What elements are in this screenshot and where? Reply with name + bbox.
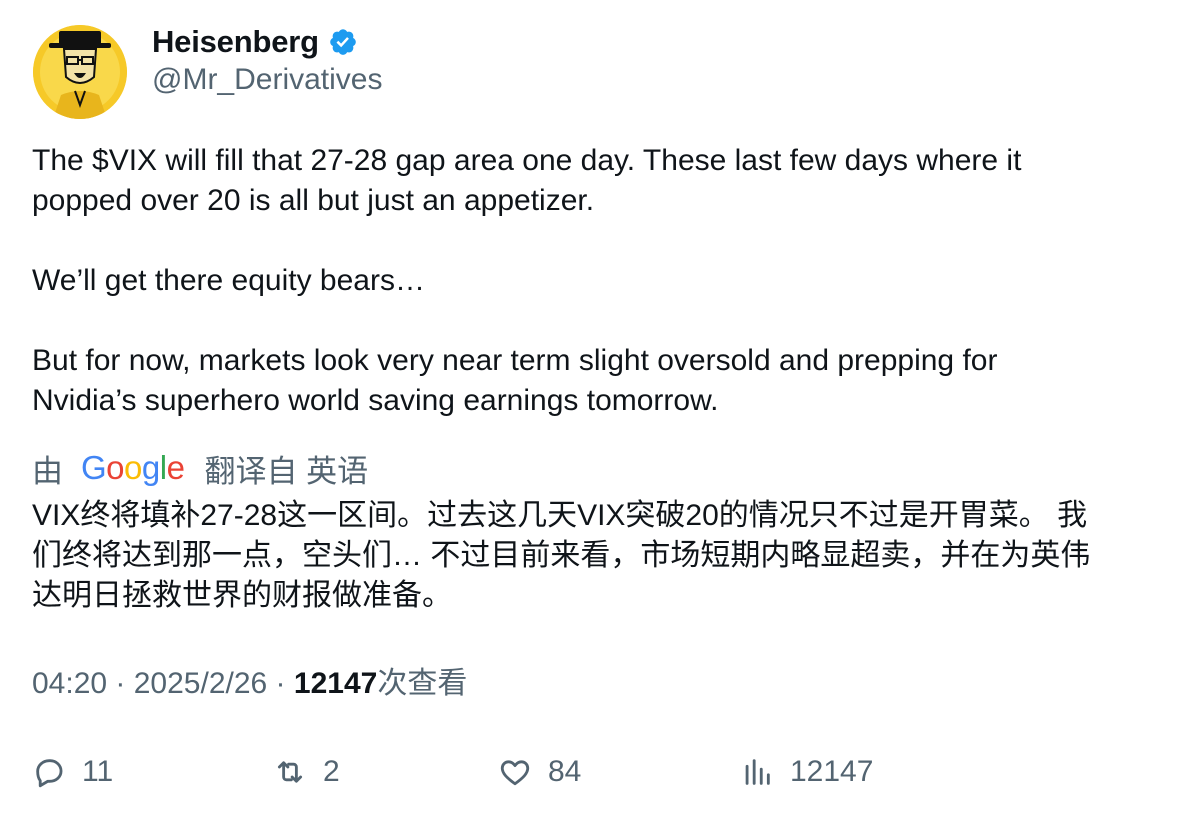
heisenberg-avatar-icon xyxy=(33,25,127,119)
translated-line: 们终将达到那一点，空头们… 不过目前来看，市场短期内略显超卖，并在为英伟 xyxy=(32,539,1091,572)
like-button[interactable]: 84 xyxy=(498,750,581,794)
tweet-line: popped over 20 is all but just an appeti… xyxy=(32,184,595,217)
meta-separator: · xyxy=(267,667,294,700)
verified-badge-icon xyxy=(330,29,356,55)
google-logo-icon: Google xyxy=(81,449,185,486)
tweet-body: The $VIX will fill that 27-28 gap area o… xyxy=(32,141,1162,421)
author-handle[interactable]: @Mr_Derivatives xyxy=(152,63,383,97)
views-action-count: 12147 xyxy=(790,755,874,788)
tweet-meta: 04:20 · 2025/2/26 · 12147次查看 xyxy=(32,664,467,704)
tweet-line: Nvidia’s superhero world saving earnings… xyxy=(32,384,719,417)
translation-suffix: 翻译自 英语 xyxy=(204,453,369,489)
heart-icon xyxy=(500,760,530,786)
translated-line: VIX终将填补27-28这一区间。过去这几天VIX突破20的情况只不过是开胃菜。… xyxy=(32,499,1088,532)
retweet-button[interactable]: 2 xyxy=(273,750,340,794)
tweet: Heisenberg @Mr_Derivatives The $VIX will… xyxy=(0,0,1196,818)
like-count: 84 xyxy=(548,755,582,788)
retweet-count: 2 xyxy=(323,755,340,788)
tweet-time[interactable]: 04:20 xyxy=(32,667,107,700)
translation-attribution[interactable]: 由 Google 翻译自 英语 xyxy=(32,447,368,489)
action-bar: 11 2 84 12147 xyxy=(0,750,1196,794)
author-name-row: Heisenberg xyxy=(152,22,358,62)
analytics-icon xyxy=(745,759,770,785)
meta-separator: · xyxy=(107,667,134,700)
views-button[interactable]: 12147 xyxy=(740,750,873,794)
translation-prefix: 由 xyxy=(32,453,63,489)
reply-icon xyxy=(36,759,63,788)
reply-button[interactable]: 11 xyxy=(32,750,113,794)
tweet-line: We’ll get there equity bears… xyxy=(32,264,425,297)
reply-count: 11 xyxy=(82,755,114,788)
tweet-line: But for now, markets look very near term… xyxy=(32,344,998,377)
views-count: 12147 xyxy=(293,667,378,700)
display-name[interactable]: Heisenberg xyxy=(152,24,319,60)
retweet-icon xyxy=(277,761,303,783)
translated-line: 达明日拯救世界的财报做准备。 xyxy=(32,579,452,612)
tweet-line: The $VIX will fill that 27-28 gap area o… xyxy=(32,144,1022,177)
views-label: 次查看 xyxy=(377,667,468,700)
translated-text: VIX终将填补27-28这一区间。过去这几天VIX突破20的情况只不过是开胃菜。… xyxy=(32,496,1167,616)
avatar[interactable] xyxy=(33,25,127,119)
tweet-date[interactable]: 2025/2/26 xyxy=(134,667,267,700)
